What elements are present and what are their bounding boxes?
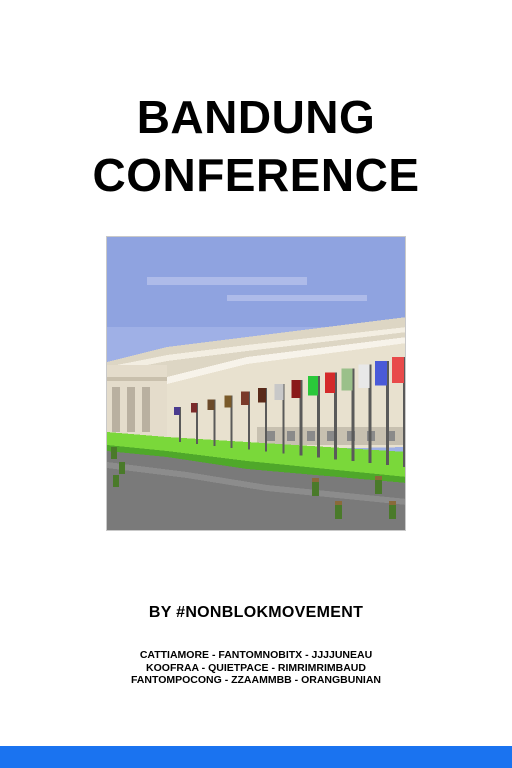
flag <box>358 364 370 388</box>
credits-line-2: KOOFRAA - QUIETPACE - RIMRIMRIMBAUD <box>146 661 366 674</box>
flag <box>291 380 301 398</box>
flag <box>274 383 284 401</box>
flag <box>224 395 232 408</box>
pixel-art-image <box>106 236 406 531</box>
flag <box>190 403 198 413</box>
title-line-1: BANDUNG <box>136 91 376 143</box>
flag <box>392 357 404 383</box>
flag <box>341 368 353 391</box>
flag <box>174 407 180 415</box>
title-line-2: CONFERENCE <box>92 149 420 201</box>
flag <box>241 391 249 406</box>
bottom-accent-bar <box>0 746 512 768</box>
credits-line-1: CATTIAMORE - FANTOMNOBITX - JJJJUNEAU <box>139 649 373 661</box>
flag <box>257 387 267 403</box>
flag <box>375 360 387 386</box>
flag <box>207 399 215 411</box>
flag <box>324 372 336 393</box>
byline: BY #NONBLOKMOVEMENT <box>148 604 364 621</box>
credits-line-3: FANTOMPOCONG - ZZAAMMBB - ORANGBUNIAN <box>130 674 382 686</box>
flag <box>308 376 318 396</box>
credits: CATTIAMORE - FANTOMNOBITX - JJJJUNEAU KO… <box>0 649 512 687</box>
page-title: BANDUNG CONFERENCE <box>0 88 512 204</box>
